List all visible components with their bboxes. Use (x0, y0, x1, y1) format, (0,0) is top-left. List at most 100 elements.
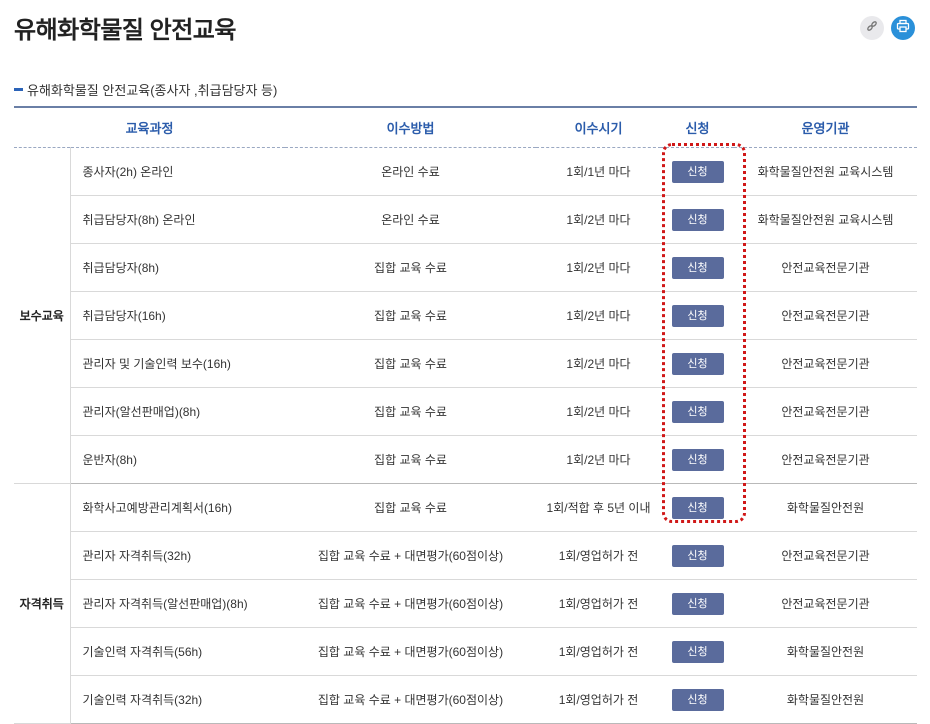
course-name: 관리자 자격취득(32h) (70, 531, 285, 580)
apply-button[interactable]: 신청 (671, 448, 724, 471)
completion-period: 1회/영업허가 전 (536, 675, 661, 724)
apply-cell: 신청 (661, 195, 734, 244)
apply-button[interactable]: 신청 (671, 160, 724, 183)
apply-button[interactable]: 신청 (671, 304, 724, 327)
table-row: 취급담당자(8h) 집합 교육 수료 1회/2년 마다 신청 안전교육전문기관 (14, 243, 917, 292)
completion-period: 1회/2년 마다 (536, 339, 661, 388)
table-row: 자격취득 화학사고예방관리계획서(16h) 집합 교육 수료 1회/적합 후 5년 이… (14, 483, 917, 724)
completion-method: 집합 교육 수료 (285, 291, 536, 340)
education-table: 교육과정 이수방법 이수시기 신청 운영기관 보수교육 종사자(2h) 온라인 온라… (14, 106, 917, 724)
course-name: 관리자(알선판매업)(8h) (70, 387, 285, 436)
operating-org: 화학물질안전원 (734, 627, 917, 676)
operating-org: 안전교육전문기관 (734, 243, 917, 292)
completion-method: 집합 교육 수료 (285, 387, 536, 436)
completion-period: 1회/2년 마다 (536, 195, 661, 244)
apply-button[interactable]: 신청 (671, 544, 724, 567)
print-button[interactable] (891, 16, 915, 40)
completion-method: 집합 교육 수료 (285, 339, 536, 388)
table-row: 관리자 자격취득(32h) 집합 교육 수료 + 대면평가(60점이상) 1회/영업… (14, 531, 917, 580)
course-name: 기술인력 자격취득(32h) (70, 675, 285, 724)
apply-button[interactable]: 신청 (671, 592, 724, 615)
apply-cell: 신청 (661, 483, 734, 532)
table-row: 관리자 자격취득(알선판매업)(8h) 집합 교육 수료 + 대면평가(60점이상… (14, 579, 917, 628)
completion-period: 1회/적합 후 5년 이내 (536, 483, 661, 532)
header-apply: 신청 (661, 106, 734, 148)
completion-method: 집합 교육 수료 (285, 243, 536, 292)
operating-org: 안전교육전문기관 (734, 579, 917, 628)
page-title: 유해화학물질 안전교육 (14, 17, 236, 44)
operating-org: 안전교육전문기관 (734, 291, 917, 340)
table-row: 보수교육 종사자(2h) 온라인 온라인 수료 1회/1년 마다 신청 화학물질안전원 교… (14, 147, 917, 484)
course-name: 취급담당자(8h) 온라인 (70, 195, 285, 244)
apply-cell: 신청 (661, 387, 734, 436)
operating-org: 화학물질안전원 (734, 483, 917, 532)
apply-button[interactable]: 신청 (671, 400, 724, 423)
apply-cell: 신청 (661, 579, 734, 628)
operating-org: 안전교육전문기관 (734, 435, 917, 484)
table-row: 기술인력 자격취득(56h) 집합 교육 수료 + 대면평가(60점이상) 1회/영… (14, 627, 917, 676)
completion-method: 집합 교육 수료 + 대면평가(60점이상) (285, 579, 536, 628)
completion-method: 집합 교육 수료 + 대면평가(60점이상) (285, 627, 536, 676)
table-row: 기술인력 자격취득(32h) 집합 교육 수료 + 대면평가(60점이상) 1회/영… (14, 675, 917, 724)
course-name: 취급담당자(16h) (70, 291, 285, 340)
table-row: 관리자 및 기술인력 보수(16h) 집합 교육 수료 1회/2년 마다 신청 안전교육… (14, 339, 917, 388)
operating-org: 화학물질안전원 (734, 675, 917, 724)
completion-period: 1회/2년 마다 (536, 387, 661, 436)
operating-org: 화학물질안전원 교육시스템 (734, 195, 917, 244)
apply-button[interactable]: 신청 (671, 640, 724, 663)
header-course: 교육과정 (14, 106, 285, 148)
completion-period: 1회/2년 마다 (536, 243, 661, 292)
apply-cell: 신청 (661, 627, 734, 676)
link-button[interactable] (860, 16, 884, 40)
table-row: 취급담당자(16h) 집합 교육 수료 1회/2년 마다 신청 안전교육전문기관 (14, 291, 917, 340)
completion-method: 집합 교육 수료 + 대면평가(60점이상) (285, 675, 536, 724)
section-title: 유해화학물질 안전교육(종사자 ,취급담당자 등) (14, 80, 277, 99)
completion-period: 1회/영업허가 전 (536, 531, 661, 580)
completion-period: 1회/1년 마다 (536, 147, 661, 196)
print-icon (896, 19, 910, 38)
group-label: 보수교육 (14, 147, 71, 484)
completion-period: 1회/영업허가 전 (536, 579, 661, 628)
apply-cell: 신청 (661, 435, 734, 484)
table-row: 관리자(알선판매업)(8h) 집합 교육 수료 1회/2년 마다 신청 안전교육전문기관 (14, 387, 917, 436)
course-name: 화학사고예방관리계획서(16h) (70, 483, 285, 532)
operating-org: 화학물질안전원 교육시스템 (734, 147, 917, 196)
course-name: 운반자(8h) (70, 435, 285, 484)
operating-org: 안전교육전문기관 (734, 339, 917, 388)
section-bullet (14, 88, 23, 91)
course-name: 관리자 및 기술인력 보수(16h) (70, 339, 285, 388)
course-name: 종사자(2h) 온라인 (70, 147, 285, 196)
operating-org: 안전교육전문기관 (734, 387, 917, 436)
apply-button[interactable]: 신청 (671, 688, 724, 711)
header-period: 이수시기 (536, 106, 661, 148)
table-row: 취급담당자(8h) 온라인 온라인 수료 1회/2년 마다 신청 화학물질안전원 교육시… (14, 195, 917, 244)
course-name: 기술인력 자격취득(56h) (70, 627, 285, 676)
completion-period: 1회/2년 마다 (536, 291, 661, 340)
apply-cell: 신청 (661, 243, 734, 292)
apply-button[interactable]: 신청 (671, 208, 724, 231)
apply-button[interactable]: 신청 (671, 496, 724, 519)
completion-period: 1회/2년 마다 (536, 435, 661, 484)
apply-cell: 신청 (661, 291, 734, 340)
link-icon (866, 19, 878, 37)
apply-cell: 신청 (661, 339, 734, 388)
completion-method: 집합 교육 수료 (285, 483, 536, 532)
completion-method: 집합 교육 수료 (285, 435, 536, 484)
header-org: 운영기관 (734, 106, 917, 148)
operating-org: 안전교육전문기관 (734, 531, 917, 580)
apply-cell: 신청 (661, 147, 734, 196)
course-name: 관리자 자격취득(알선판매업)(8h) (70, 579, 285, 628)
section-title-text: 유해화학물질 안전교육(종사자 ,취급담당자 등) (27, 83, 278, 98)
apply-cell: 신청 (661, 531, 734, 580)
apply-button[interactable]: 신청 (671, 256, 724, 279)
header-method: 이수방법 (285, 106, 536, 148)
table-row: 운반자(8h) 집합 교육 수료 1회/2년 마다 신청 안전교육전문기관 (14, 435, 917, 484)
completion-period: 1회/영업허가 전 (536, 627, 661, 676)
completion-method: 온라인 수료 (285, 147, 536, 196)
table-header-row: 교육과정 이수방법 이수시기 신청 운영기관 (14, 106, 917, 148)
apply-button[interactable]: 신청 (671, 352, 724, 375)
course-name: 취급담당자(8h) (70, 243, 285, 292)
completion-method: 온라인 수료 (285, 195, 536, 244)
group-label: 자격취득 (14, 483, 71, 724)
apply-cell: 신청 (661, 675, 734, 724)
